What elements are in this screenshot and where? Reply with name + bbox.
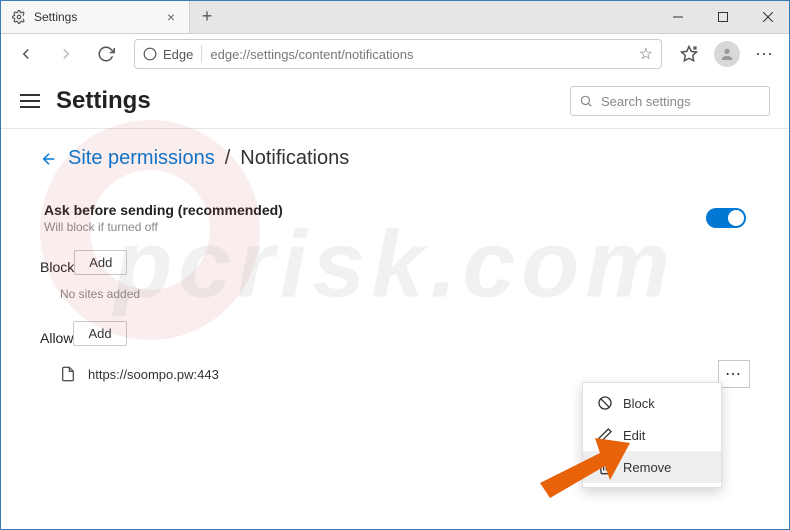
tab-close-icon[interactable]: ×	[163, 9, 179, 25]
ctx-remove-label: Remove	[623, 460, 671, 475]
ask-before-sending-row: Ask before sending (recommended) Will bl…	[40, 192, 750, 244]
file-icon	[60, 366, 76, 382]
browser-toolbar: Edge edge://settings/content/notificatio…	[0, 34, 790, 74]
annotation-arrow-icon	[540, 438, 630, 498]
block-section-header: Block Add	[40, 244, 750, 281]
ctx-block-label: Block	[623, 396, 655, 411]
breadcrumb-back-icon[interactable]	[40, 150, 58, 168]
forward-button[interactable]	[48, 38, 84, 70]
favorites-button[interactable]	[672, 38, 706, 70]
allow-title: Allow	[40, 330, 73, 346]
new-tab-button[interactable]: +	[190, 0, 224, 33]
profile-button[interactable]	[710, 38, 744, 70]
back-button[interactable]	[8, 38, 44, 70]
allow-site-url: https://soompo.pw:443	[88, 367, 706, 382]
url-text: edge://settings/content/notifications	[210, 47, 630, 62]
breadcrumb: Site permissions / Notifications	[40, 147, 750, 170]
address-separator	[201, 45, 202, 63]
settings-header: Settings Search settings	[0, 74, 790, 124]
search-settings-input[interactable]: Search settings	[570, 86, 770, 116]
window-close-button[interactable]	[745, 0, 790, 33]
block-title: Block	[40, 259, 74, 275]
window-titlebar: Settings × +	[0, 0, 790, 34]
ask-toggle[interactable]	[706, 208, 746, 228]
ctx-block[interactable]: Block	[583, 387, 721, 419]
browser-tab[interactable]: Settings ×	[0, 0, 190, 33]
block-empty-text: No sites added	[40, 281, 750, 315]
edge-protocol-label: Edge	[143, 47, 193, 62]
page-title: Settings	[56, 87, 554, 115]
search-placeholder: Search settings	[601, 94, 691, 109]
gear-icon	[12, 10, 26, 24]
breadcrumb-separator: /	[225, 147, 231, 170]
ask-title: Ask before sending (recommended)	[44, 202, 706, 218]
refresh-button[interactable]	[88, 38, 124, 70]
more-menu-button[interactable]: ⋯	[748, 38, 782, 70]
hamburger-icon[interactable]	[20, 94, 40, 108]
allow-section-header: Allow Add	[40, 315, 750, 352]
search-icon	[579, 94, 593, 108]
breadcrumb-current: Notifications	[240, 147, 349, 170]
allow-add-button[interactable]: Add	[73, 321, 126, 346]
window-maximize-button[interactable]	[700, 0, 745, 33]
block-add-button[interactable]: Add	[74, 250, 127, 275]
block-icon	[597, 395, 613, 411]
ask-subtitle: Will block if turned off	[44, 220, 706, 234]
titlebar-drag-area	[224, 0, 655, 33]
site-more-button[interactable]: ⋯	[718, 360, 750, 388]
breadcrumb-parent[interactable]: Site permissions	[68, 147, 215, 170]
address-bar[interactable]: Edge edge://settings/content/notificatio…	[134, 39, 662, 69]
avatar-icon	[714, 41, 740, 67]
tab-title: Settings	[34, 10, 155, 24]
edge-icon	[143, 47, 157, 61]
window-minimize-button[interactable]	[655, 0, 700, 33]
favorite-icon[interactable]: ☆	[639, 44, 653, 64]
settings-content: Site permissions / Notifications Ask bef…	[0, 128, 790, 416]
